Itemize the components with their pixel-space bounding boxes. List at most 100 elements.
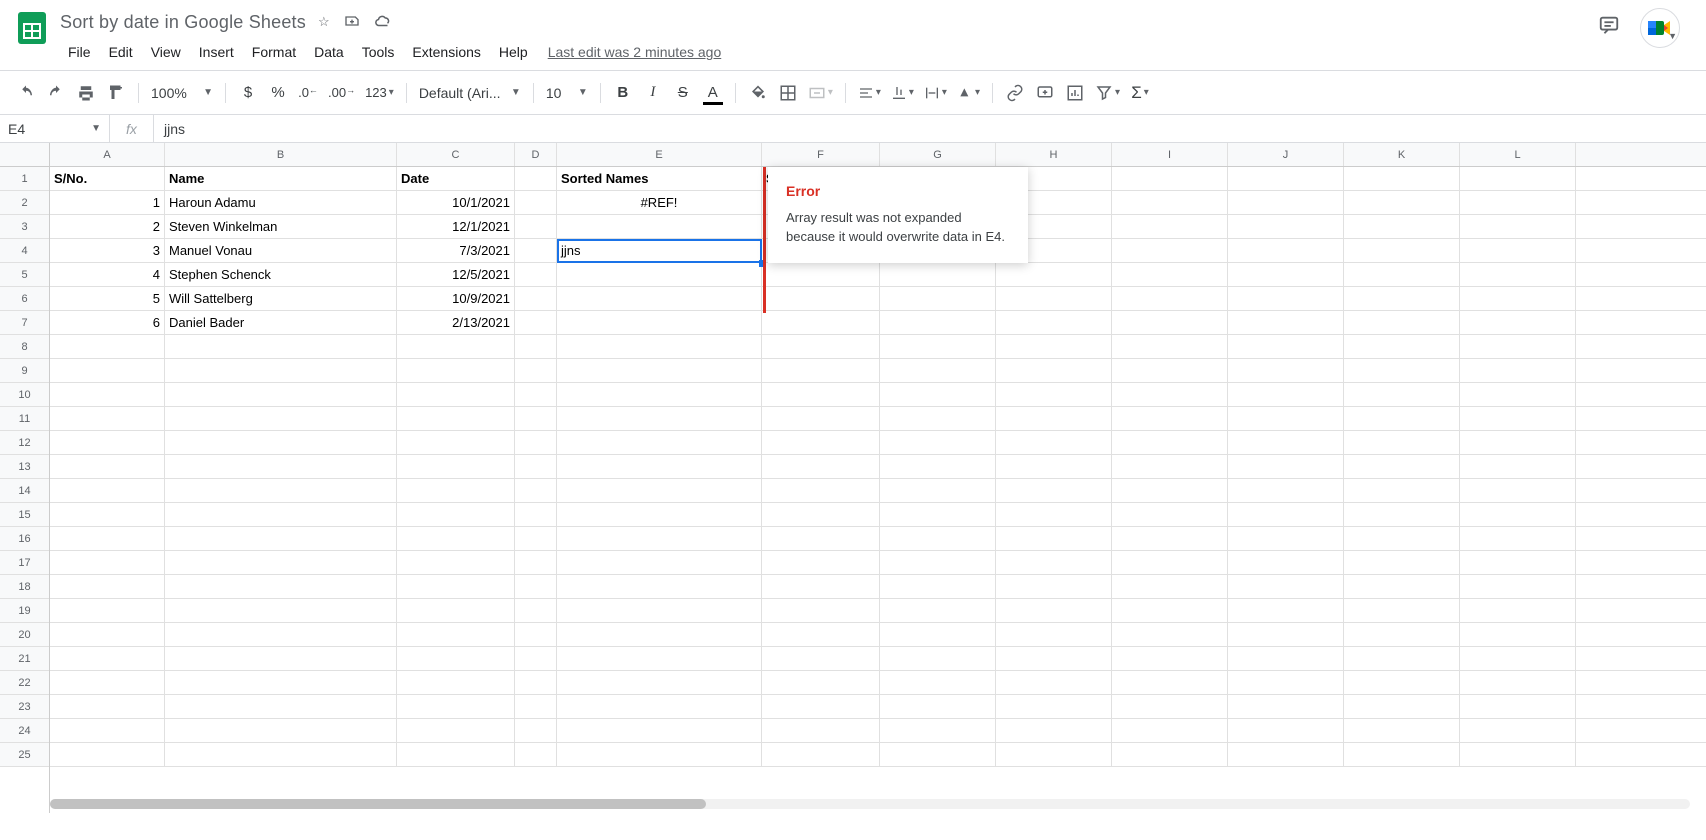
cell[interactable] [165, 623, 397, 646]
row-header-10[interactable]: 10 [0, 383, 49, 407]
cell[interactable]: Date [397, 167, 515, 190]
cell[interactable] [762, 479, 880, 502]
text-color-button[interactable]: A [699, 79, 727, 107]
cell[interactable] [557, 215, 762, 238]
cell[interactable] [1344, 383, 1460, 406]
row-header-19[interactable]: 19 [0, 599, 49, 623]
cell[interactable] [1460, 383, 1576, 406]
cell[interactable] [397, 479, 515, 502]
row-header-1[interactable]: 1 [0, 167, 49, 191]
cell[interactable] [880, 623, 996, 646]
percent-button[interactable]: % [264, 79, 292, 107]
cell[interactable] [1460, 455, 1576, 478]
cell[interactable] [165, 431, 397, 454]
cell[interactable] [50, 431, 165, 454]
cell[interactable] [515, 743, 557, 766]
cell[interactable]: 10/1/2021 [397, 191, 515, 214]
row-header-17[interactable]: 17 [0, 551, 49, 575]
horizontal-align-button[interactable]: ▾ [854, 79, 885, 107]
row-header-2[interactable]: 2 [0, 191, 49, 215]
cell[interactable] [1460, 575, 1576, 598]
cell[interactable] [1112, 359, 1228, 382]
sheets-logo[interactable] [12, 8, 52, 48]
cell[interactable] [165, 527, 397, 550]
cell[interactable] [165, 695, 397, 718]
cell[interactable] [1344, 191, 1460, 214]
cell[interactable] [1112, 239, 1228, 262]
cell[interactable] [557, 431, 762, 454]
cell[interactable] [165, 503, 397, 526]
menu-view[interactable]: View [143, 40, 189, 64]
cell[interactable] [1112, 335, 1228, 358]
cell[interactable] [397, 599, 515, 622]
cell[interactable] [1460, 407, 1576, 430]
cell[interactable] [515, 671, 557, 694]
cell[interactable] [515, 575, 557, 598]
paint-format-button[interactable] [102, 79, 130, 107]
cell[interactable] [1460, 359, 1576, 382]
cell[interactable] [1460, 239, 1576, 262]
cell[interactable] [1344, 431, 1460, 454]
cell[interactable] [996, 623, 1112, 646]
print-button[interactable] [72, 79, 100, 107]
cell[interactable]: 2 [50, 215, 165, 238]
menu-format[interactable]: Format [244, 40, 304, 64]
cell[interactable] [397, 335, 515, 358]
row-header-3[interactable]: 3 [0, 215, 49, 239]
cell[interactable] [1112, 479, 1228, 502]
cell[interactable] [557, 623, 762, 646]
text-rotation-button[interactable]: ▾ [953, 79, 984, 107]
insert-link-button[interactable] [1001, 79, 1029, 107]
cell[interactable] [557, 479, 762, 502]
cell[interactable] [1460, 431, 1576, 454]
column-headers[interactable]: ABCDEFGHIJKL [50, 143, 1706, 167]
merge-cells-button[interactable]: ▾ [804, 79, 837, 107]
cell[interactable] [557, 599, 762, 622]
column-header-J[interactable]: J [1228, 143, 1344, 166]
cell[interactable] [515, 647, 557, 670]
cell[interactable] [515, 167, 557, 190]
cell[interactable] [880, 647, 996, 670]
fill-color-button[interactable] [744, 79, 772, 107]
cell[interactable] [1228, 335, 1344, 358]
cell[interactable] [762, 527, 880, 550]
filter-button[interactable]: ▾ [1091, 79, 1124, 107]
cell[interactable] [1228, 479, 1344, 502]
cell[interactable] [1344, 671, 1460, 694]
cell[interactable] [50, 743, 165, 766]
comments-icon[interactable] [1598, 14, 1620, 42]
cell[interactable] [996, 431, 1112, 454]
cell[interactable]: 10/9/2021 [397, 287, 515, 310]
row-header-23[interactable]: 23 [0, 695, 49, 719]
cell[interactable] [557, 527, 762, 550]
cell[interactable] [50, 575, 165, 598]
cell[interactable] [165, 455, 397, 478]
cell[interactable] [397, 647, 515, 670]
cell[interactable] [1112, 383, 1228, 406]
cell[interactable] [880, 719, 996, 742]
menu-file[interactable]: File [60, 40, 99, 64]
cell[interactable] [165, 407, 397, 430]
cell[interactable] [397, 671, 515, 694]
cell[interactable] [1344, 719, 1460, 742]
cell[interactable] [557, 383, 762, 406]
cell[interactable] [880, 479, 996, 502]
cell[interactable]: Manuel Vonau [165, 239, 397, 262]
cell[interactable] [397, 551, 515, 574]
cell[interactable] [1112, 695, 1228, 718]
cell[interactable] [1228, 263, 1344, 286]
cell[interactable] [1344, 695, 1460, 718]
row-header-21[interactable]: 21 [0, 647, 49, 671]
cell[interactable]: Stephen Schenck [165, 263, 397, 286]
cell[interactable] [1228, 743, 1344, 766]
cell[interactable] [50, 359, 165, 382]
row-header-7[interactable]: 7 [0, 311, 49, 335]
cell[interactable] [880, 431, 996, 454]
cell[interactable]: jjns [557, 239, 762, 262]
cell[interactable] [1112, 167, 1228, 190]
cell[interactable] [557, 503, 762, 526]
cell[interactable] [515, 599, 557, 622]
cell[interactable] [1228, 311, 1344, 334]
cell[interactable] [762, 431, 880, 454]
cell[interactable] [880, 527, 996, 550]
